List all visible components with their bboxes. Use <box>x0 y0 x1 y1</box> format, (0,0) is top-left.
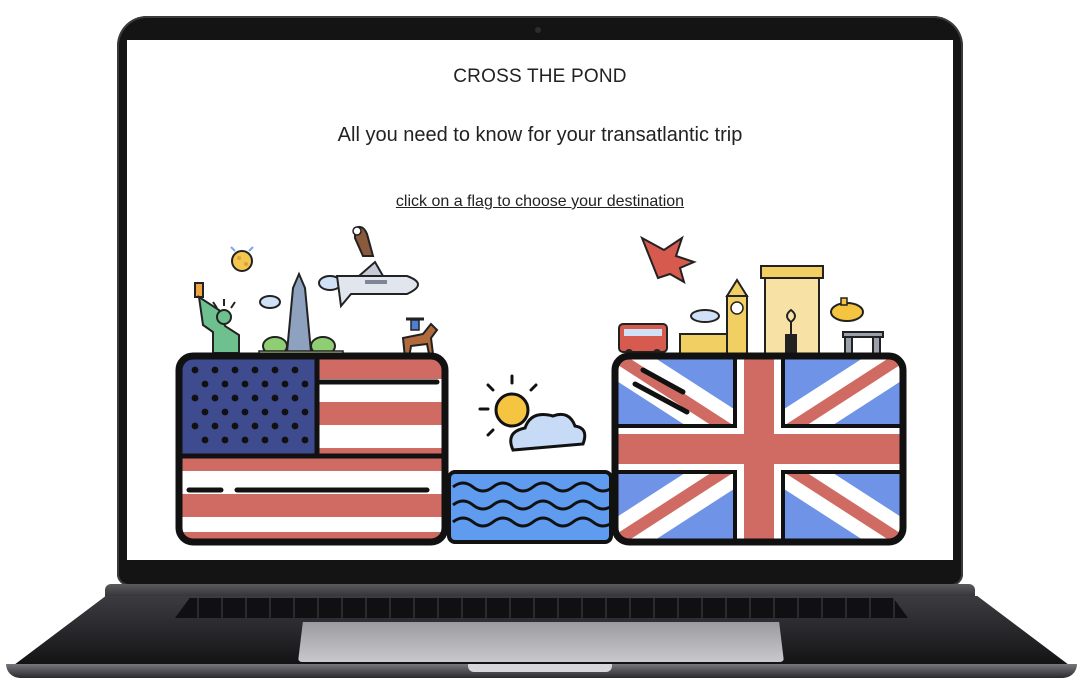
cloud-icon <box>690 309 720 323</box>
cowboy-on-horse-icon <box>401 317 439 359</box>
submarine-icon <box>830 297 864 322</box>
belem-tower-icon <box>760 265 824 355</box>
laptop-keyboard <box>175 598 908 618</box>
ocean-waves-icon <box>447 470 614 544</box>
statue-of-liberty-icon <box>194 282 240 354</box>
uk-flag-button[interactable] <box>611 352 907 546</box>
usa-flag-button[interactable] <box>175 352 449 546</box>
laptop-trackpad <box>298 622 784 662</box>
stonehenge-icon <box>842 331 884 355</box>
space-shuttle-icon <box>335 260 419 309</box>
laptop-opening-notch <box>468 664 612 672</box>
eagle-icon <box>352 225 375 257</box>
double-decker-bus-icon <box>618 323 668 357</box>
webcam-icon <box>535 27 541 33</box>
moon-icon <box>230 246 254 272</box>
illustration-scene <box>175 225 907 546</box>
laptop-screen: CROSS THE POND All you need to know for … <box>127 40 953 560</box>
dragon-icon <box>640 235 697 285</box>
